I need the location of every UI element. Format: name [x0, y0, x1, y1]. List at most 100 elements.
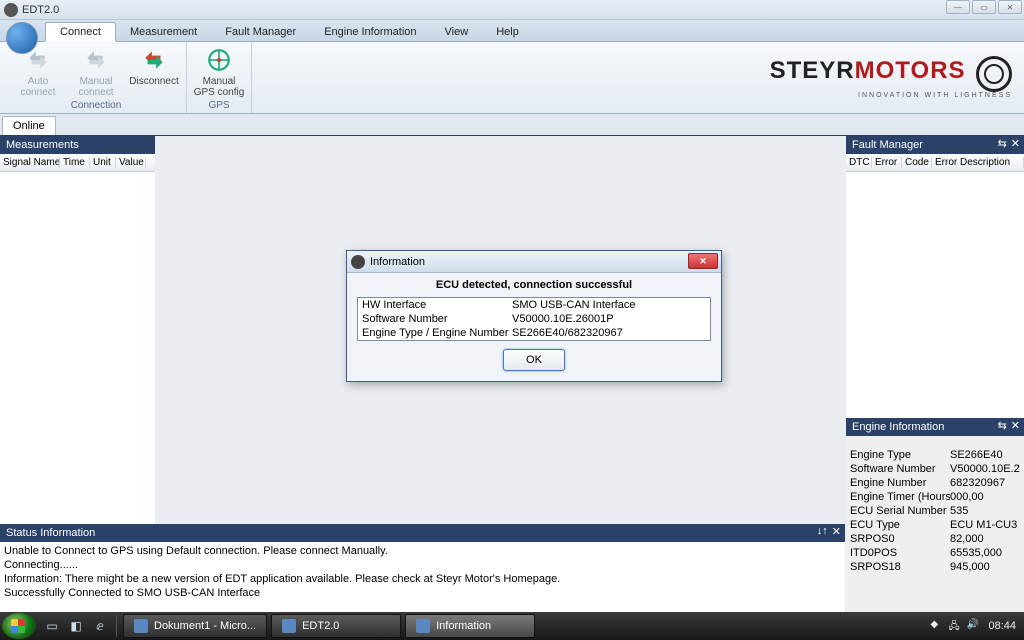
col-error[interactable]: Error — [872, 157, 902, 168]
dialog-row: Software NumberV50000.10E.26001P — [358, 312, 710, 326]
tab-connect[interactable]: Connect — [45, 22, 116, 42]
taskbar-clock[interactable]: 08:44 — [988, 620, 1016, 632]
window-title: EDT2.0 — [22, 4, 59, 16]
col-signal-name[interactable]: Signal Name — [0, 157, 60, 168]
quick-launch-windows-icon[interactable]: ◧ — [66, 616, 86, 636]
engine-info-title: Engine Information — [852, 421, 944, 433]
quick-launch-desktop-icon[interactable]: ▭ — [42, 616, 62, 636]
dialog-row: Engine Type / Engine NumberSE266E40/6823… — [358, 326, 710, 340]
engine-info-key: Engine Timer (Hours) — [850, 491, 950, 503]
engine-info-row: SRPOS082,000 — [846, 532, 1024, 546]
maximize-button[interactable]: ▭ — [972, 0, 996, 14]
manual-connect-icon — [82, 46, 110, 74]
dialog-icon — [351, 255, 365, 269]
engine-info-value: 535 — [950, 505, 1020, 517]
taskbar-separator — [116, 615, 117, 637]
taskbar-app-icon — [416, 619, 430, 633]
tab-online[interactable]: Online — [2, 116, 56, 135]
engine-info-key: ECU Type — [850, 519, 950, 531]
fault-manager-columns: DTC Error Code Error Description — [846, 154, 1024, 172]
engine-info-row: Engine Number682320967 — [846, 476, 1024, 490]
tray-volume-icon[interactable]: 🔊 — [966, 619, 980, 633]
tab-engine-information[interactable]: Engine Information — [310, 23, 430, 41]
document-tabstrip: Online — [0, 114, 1024, 136]
engine-info-key: ECU Serial Number — [850, 505, 950, 517]
dialog-title-text: Information — [370, 256, 425, 268]
status-panel: Status Information ↓↑ ✕ Unable to Connec… — [0, 524, 845, 612]
ribbon-group-gps-label: GPS — [208, 100, 229, 113]
status-body: Unable to Connect to GPS using Default c… — [0, 542, 845, 612]
manual-gps-config-button[interactable]: Manual GPS config — [191, 44, 247, 100]
close-panel-icon[interactable]: ✕ — [1011, 137, 1020, 150]
ok-button[interactable]: OK — [503, 349, 565, 371]
disconnect-icon — [140, 46, 168, 74]
close-panel-icon[interactable]: ✕ — [1011, 419, 1020, 432]
engine-info-value: V50000.10E.26001P — [950, 463, 1020, 475]
dialog-titlebar[interactable]: Information ✕ — [347, 251, 721, 273]
engine-info-key: SRPOS0 — [850, 533, 950, 545]
status-header: Status Information ↓↑ ✕ — [0, 524, 845, 542]
tab-view[interactable]: View — [431, 23, 483, 41]
ribbon-tabstrip: Connect Measurement Fault Manager Engine… — [0, 20, 1024, 42]
refresh-icon[interactable]: ⇆ — [998, 419, 1007, 432]
tab-fault-manager[interactable]: Fault Manager — [211, 23, 310, 41]
refresh-icon[interactable]: ⇆ — [998, 137, 1007, 150]
col-unit[interactable]: Unit — [90, 157, 116, 168]
col-error-desc[interactable]: Error Description — [932, 157, 1024, 168]
manual-gps-label: Manual GPS config — [193, 76, 245, 98]
engine-info-value: SE266E40 — [950, 449, 1020, 461]
ribbon-group-connection: Auto connect Manual connect Disconnect C… — [6, 42, 187, 113]
engine-info-key: Engine Number — [850, 477, 950, 489]
engine-info-key: Engine Type — [850, 449, 950, 461]
quick-launch-ie-icon[interactable]: ⅇ — [90, 616, 110, 636]
brand-part2: MOTORS — [855, 57, 966, 84]
manual-connect-button[interactable]: Manual connect — [68, 44, 124, 100]
start-button[interactable] — [2, 613, 36, 639]
app-menu-orb[interactable] — [6, 22, 38, 54]
dialog-table: HW InterfaceSMO USB-CAN InterfaceSoftwar… — [357, 297, 711, 341]
disconnect-button[interactable]: Disconnect — [126, 44, 182, 100]
window-titlebar: EDT2.0 — ▭ ✕ — [0, 0, 1024, 20]
fault-manager-header: Fault Manager ⇆ ✕ — [846, 136, 1024, 154]
col-value[interactable]: Value — [116, 157, 146, 168]
sort-icon[interactable]: ↓↑ — [817, 525, 828, 538]
tab-measurement[interactable]: Measurement — [116, 23, 211, 41]
dialog-row: HW InterfaceSMO USB-CAN Interface — [358, 298, 710, 312]
disconnect-label: Disconnect — [129, 76, 178, 87]
engine-info-value: 000,00 — [950, 491, 1020, 503]
engine-info-key: SRPOS18 — [850, 561, 950, 573]
tray-icon[interactable]: ◆ — [930, 619, 944, 633]
taskbar-app-icon — [134, 619, 148, 633]
dialog-message: ECU detected, connection successful — [347, 273, 721, 297]
taskbar-button[interactable]: Information — [405, 614, 535, 638]
engine-info-row: Software NumberV50000.10E.26001P — [846, 462, 1024, 476]
measurements-header: Measurements — [0, 136, 155, 154]
engine-info-row: ECU TypeECU M1-CU3 C — [846, 518, 1024, 532]
col-code[interactable]: Code — [902, 157, 932, 168]
brand-part1: STEYR — [770, 57, 855, 84]
ribbon-group-gps: Manual GPS config GPS — [187, 42, 252, 113]
brand-logo-block: STEYRMOTORS INNOVATION WITH LIGHTNESS — [770, 56, 1012, 99]
dialog-key: HW Interface — [362, 299, 512, 311]
col-time[interactable]: Time — [60, 157, 90, 168]
status-line: Information: There might be a new versio… — [4, 572, 841, 586]
taskbar-button[interactable]: Dokument1 - Micro... — [123, 614, 267, 638]
tab-help[interactable]: Help — [482, 23, 533, 41]
close-button[interactable]: ✕ — [998, 0, 1022, 14]
dialog-close-button[interactable]: ✕ — [688, 253, 718, 269]
gps-icon — [205, 46, 233, 74]
engine-info-value: 945,000 — [950, 561, 1020, 573]
measurements-title: Measurements — [6, 139, 79, 151]
engine-info-value: 65535,000 — [950, 547, 1020, 559]
engine-info-row: Engine Timer (Hours)000,00 — [846, 490, 1024, 504]
measurements-columns: Signal Name Time Unit Value — [0, 154, 155, 172]
close-panel-icon[interactable]: ✕ — [832, 525, 841, 538]
engine-info-row: Engine TypeSE266E40 — [846, 448, 1024, 462]
minimize-button[interactable]: — — [946, 0, 970, 14]
taskbar-button[interactable]: EDT2.0 — [271, 614, 401, 638]
tray-network-icon[interactable]: 🖧 — [948, 619, 962, 633]
col-dtc[interactable]: DTC — [846, 157, 872, 168]
auto-connect-label: Auto connect — [12, 76, 64, 98]
status-line: Connecting...... — [4, 558, 841, 572]
taskbar-label: EDT2.0 — [302, 620, 339, 632]
